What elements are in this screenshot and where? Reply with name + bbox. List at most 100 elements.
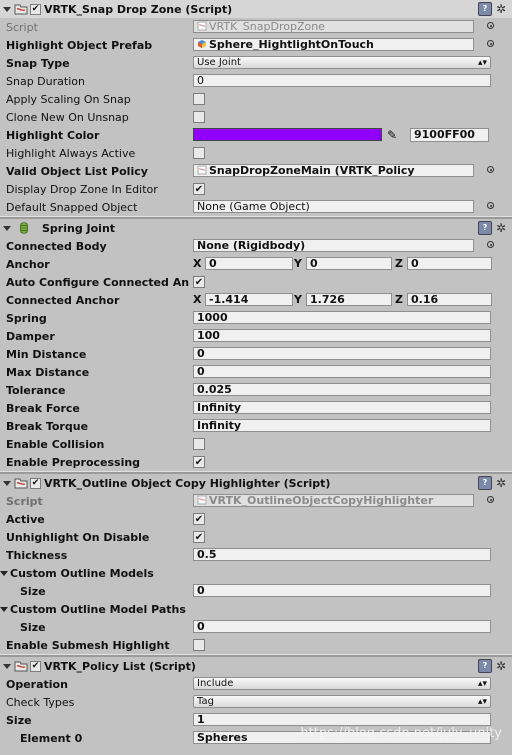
foldout-chevron-icon[interactable] bbox=[0, 606, 8, 612]
clone-new-checkbox[interactable] bbox=[193, 111, 205, 123]
script-icon bbox=[14, 478, 28, 489]
break-torque-input[interactable]: Infinity bbox=[193, 419, 491, 432]
object-picker-icon[interactable] bbox=[487, 40, 494, 47]
custom-models-label: Custom Outline Models bbox=[10, 566, 154, 580]
default-snapped-field[interactable]: None (Game Object) bbox=[193, 200, 474, 213]
active-checkbox[interactable] bbox=[193, 513, 205, 525]
size-label: Size bbox=[6, 713, 32, 727]
foldout-chevron-icon[interactable] bbox=[0, 570, 8, 576]
object-picker-icon[interactable] bbox=[487, 202, 494, 209]
object-picker-icon[interactable] bbox=[487, 166, 494, 173]
script-label: Script bbox=[6, 20, 38, 34]
connected-anchor-y-input[interactable]: 1.726 bbox=[306, 293, 392, 306]
collapse-chevron-icon[interactable] bbox=[3, 225, 11, 231]
enable-preprocessing-checkbox[interactable] bbox=[193, 456, 205, 468]
apply-scaling-checkbox[interactable] bbox=[193, 93, 205, 105]
connected-body-field[interactable]: None (Rigidbody) bbox=[193, 239, 474, 252]
highlight-color-hex-input[interactable]: 9100FF00 bbox=[410, 128, 489, 142]
operation-label: Operation bbox=[6, 677, 68, 691]
anchor-x-input[interactable]: 0 bbox=[205, 257, 293, 270]
axis-y-label: Y bbox=[294, 257, 302, 270]
help-icon[interactable]: ? bbox=[477, 2, 492, 16]
dropdown-arrow-icon: ▴▾ bbox=[477, 697, 487, 707]
axis-x-label: X bbox=[193, 257, 202, 270]
gear-icon[interactable]: ✲ bbox=[496, 476, 506, 490]
operation-value: Include bbox=[197, 678, 234, 689]
clone-new-label: Clone New On Unsnap bbox=[6, 110, 129, 124]
display-drop-zone-checkbox[interactable] bbox=[193, 183, 205, 195]
size-input[interactable]: 1 bbox=[193, 713, 491, 726]
submesh-checkbox[interactable] bbox=[193, 639, 205, 651]
min-distance-input[interactable]: 0 bbox=[193, 347, 491, 360]
connected-anchor-x[interactable]: X -1.414 bbox=[193, 293, 293, 306]
help-icon[interactable]: ? bbox=[477, 221, 492, 235]
spring-input[interactable]: 1000 bbox=[193, 311, 491, 324]
anchor-y-input[interactable]: 0 bbox=[306, 257, 392, 270]
enable-preprocessing-label: Enable Preprocessing bbox=[6, 455, 141, 469]
collapse-chevron-icon[interactable] bbox=[3, 480, 11, 486]
thickness-input[interactable]: 0.5 bbox=[193, 548, 491, 561]
break-force-label: Break Force bbox=[6, 401, 80, 415]
anchor-y[interactable]: Y0 bbox=[294, 257, 392, 270]
tolerance-input[interactable]: 0.025 bbox=[193, 383, 491, 396]
highlight-object-prefab-field[interactable]: Sphere_HightlightOnTouch bbox=[193, 38, 474, 51]
object-picker-icon[interactable] bbox=[487, 22, 494, 29]
component-enabled-checkbox[interactable]: ✔ bbox=[30, 3, 41, 15]
tolerance-label: Tolerance bbox=[6, 383, 66, 397]
snap-type-dropdown[interactable]: Use Joint ▴▾ bbox=[193, 56, 491, 69]
highlight-color-swatch[interactable] bbox=[193, 128, 382, 141]
spring-joint-header[interactable]: Spring Joint ? ✲ bbox=[0, 219, 512, 237]
enable-collision-label: Enable Collision bbox=[6, 437, 105, 451]
spring-label: Spring bbox=[6, 311, 47, 325]
anchor-x[interactable]: X0 bbox=[193, 257, 293, 270]
valid-object-list-field[interactable]: SnapDropZoneMain (VRTK_Policy bbox=[193, 164, 474, 177]
component-title: VRTK_Policy List (Script) bbox=[44, 659, 196, 673]
object-picker-icon[interactable] bbox=[487, 496, 494, 503]
highlight-object-prefab-value: Sphere_HightlightOnTouch bbox=[209, 38, 374, 51]
anchor-z[interactable]: Z0 bbox=[395, 257, 492, 270]
script-asset-icon bbox=[197, 21, 207, 31]
anchor-z-input[interactable]: 0 bbox=[407, 257, 492, 270]
outline-highlighter-header[interactable]: ✔ VRTK_Outline Object Copy Highlighter (… bbox=[0, 474, 512, 492]
help-icon[interactable]: ? bbox=[477, 476, 492, 490]
gear-icon[interactable]: ✲ bbox=[496, 2, 506, 16]
custom-models-size-input[interactable]: 0 bbox=[193, 584, 491, 597]
collapse-chevron-icon[interactable] bbox=[3, 663, 11, 669]
unhighlight-checkbox[interactable] bbox=[193, 531, 205, 543]
custom-paths-foldout[interactable]: Custom Outline Model Paths bbox=[0, 603, 189, 616]
collapse-chevron-icon[interactable] bbox=[3, 6, 11, 12]
custom-models-foldout[interactable]: Custom Outline Models bbox=[0, 567, 189, 580]
check-types-dropdown[interactable]: Tag ▴▾ bbox=[193, 695, 491, 708]
enable-collision-checkbox[interactable] bbox=[193, 438, 205, 450]
max-distance-input[interactable]: 0 bbox=[193, 365, 491, 378]
auto-configure-checkbox[interactable] bbox=[193, 276, 205, 288]
snap-drop-zone-header[interactable]: ✔ VRTK_Snap Drop Zone (Script) ? ✲ bbox=[0, 0, 512, 18]
break-force-input[interactable]: Infinity bbox=[193, 401, 491, 414]
script-value: VRTK_SnapDropZone bbox=[209, 20, 325, 33]
connected-anchor-z[interactable]: Z 0.16 bbox=[395, 293, 492, 306]
connected-anchor-x-input[interactable]: -1.414 bbox=[205, 293, 293, 306]
policy-list-header[interactable]: ✔ VRTK_Policy List (Script) ? ✲ bbox=[0, 657, 512, 675]
component-enabled-checkbox[interactable]: ✔ bbox=[30, 477, 41, 489]
gear-icon[interactable]: ✲ bbox=[496, 221, 506, 235]
snap-duration-input[interactable]: 0 bbox=[193, 74, 491, 87]
connected-anchor-z-input[interactable]: 0.16 bbox=[407, 293, 492, 306]
default-snapped-label: Default Snapped Object bbox=[6, 200, 138, 214]
gear-icon[interactable]: ✲ bbox=[496, 659, 506, 673]
max-distance-label: Max Distance bbox=[6, 365, 90, 379]
help-icon[interactable]: ? bbox=[477, 659, 492, 673]
snap-duration-label: Snap Duration bbox=[6, 74, 85, 88]
snap-type-value: Use Joint bbox=[197, 57, 241, 68]
highlight-always-active-checkbox[interactable] bbox=[193, 147, 205, 159]
eyedropper-icon[interactable]: ✎ bbox=[387, 128, 401, 142]
highlight-object-prefab-label: Highlight Object Prefab bbox=[6, 38, 153, 52]
damper-input[interactable]: 100 bbox=[193, 329, 491, 342]
thickness-label: Thickness bbox=[6, 548, 68, 562]
element0-label: Element 0 bbox=[20, 731, 83, 745]
connected-anchor-y[interactable]: Y 1.726 bbox=[294, 293, 392, 306]
operation-dropdown[interactable]: Include ▴▾ bbox=[193, 677, 491, 690]
component-enabled-checkbox[interactable]: ✔ bbox=[30, 660, 41, 672]
script-field: VRTK_SnapDropZone bbox=[193, 20, 474, 33]
custom-paths-size-input[interactable]: 0 bbox=[193, 620, 491, 633]
object-picker-icon[interactable] bbox=[487, 241, 494, 248]
